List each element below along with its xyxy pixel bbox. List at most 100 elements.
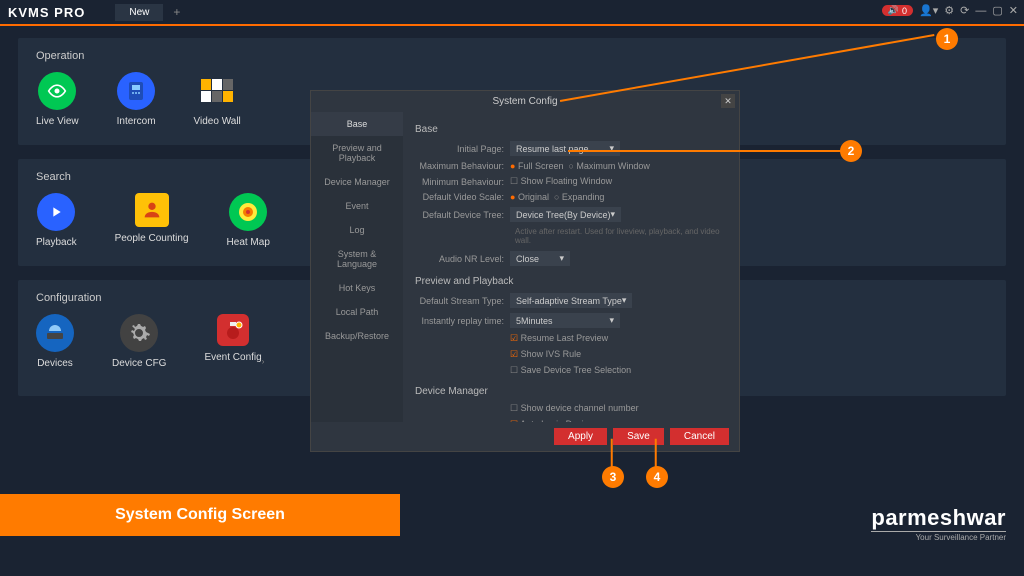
- dtree-hint: Active after restart. Used for liveview,…: [515, 227, 727, 245]
- app-logo: KVMS PRO: [8, 5, 85, 20]
- operation-title: Operation: [36, 50, 988, 62]
- arrow-4: [655, 439, 657, 467]
- playback-item[interactable]: Playback: [36, 193, 77, 248]
- alarm-icon: [217, 314, 249, 346]
- chevron-down-icon: ▾: [622, 295, 627, 306]
- devmgr-heading: Device Manager: [415, 386, 727, 397]
- refresh-icon[interactable]: ⟳: [960, 4, 969, 17]
- replay-select[interactable]: 5Minutes▾: [510, 313, 620, 328]
- dtree-label: Default Device Tree:: [415, 210, 510, 220]
- audio-nr-select[interactable]: Close▾: [510, 251, 570, 266]
- people-label: People Counting: [115, 233, 189, 244]
- callout-2: 2: [840, 140, 862, 162]
- brand-tagline: Your Surveillance Partner: [871, 531, 1006, 542]
- nav-event[interactable]: Event: [311, 194, 403, 218]
- chk-autologin[interactable]: Auto Login Device: [510, 419, 593, 422]
- replay-label: Instantly replay time:: [415, 316, 510, 326]
- nav-device-manager[interactable]: Device Manager: [311, 170, 403, 194]
- eye-icon: [38, 72, 76, 110]
- chk-floating[interactable]: Show Floating Window: [510, 176, 612, 187]
- nav-preview[interactable]: Preview and Playback: [311, 136, 403, 170]
- chevron-down-icon: ▾: [559, 253, 564, 264]
- dialog-title-text: System Config: [492, 96, 557, 107]
- min-beh-label: Minimum Behaviour:: [415, 177, 510, 187]
- dialog-content: Base Initial Page: Resume last page▾ Max…: [403, 112, 739, 422]
- title-bar: KVMS PRO New + 🔊0 👤▾ ⚙ ⟳ — ▢ ✕: [0, 0, 1024, 24]
- chk-channel[interactable]: Show device channel number: [510, 403, 639, 414]
- audio-label: Audio NR Level:: [415, 254, 510, 264]
- dialog-footer: Apply Save Cancel: [311, 422, 739, 451]
- user-icon[interactable]: 👤▾: [919, 4, 938, 17]
- chk-ivs[interactable]: Show IVS Rule: [510, 349, 581, 360]
- max-beh-label: Maximum Behaviour:: [415, 161, 510, 171]
- dialog-close-button[interactable]: ✕: [721, 94, 735, 108]
- brand-logo: parmeshwar Your Surveillance Partner: [871, 505, 1006, 542]
- chevron-down-icon: ▾: [609, 143, 614, 154]
- dialog-title: System Config ✕: [311, 91, 739, 112]
- titlebar-controls: 🔊0 👤▾ ⚙ ⟳ — ▢ ✕: [882, 4, 1018, 17]
- live-view-label: Live View: [36, 116, 79, 127]
- video-wall-icon: [198, 72, 236, 110]
- initial-page-select[interactable]: Resume last page▾: [510, 141, 620, 156]
- intercom-item[interactable]: Intercom: [117, 72, 156, 127]
- close-icon[interactable]: ✕: [1009, 4, 1018, 17]
- callout-3: 3: [602, 466, 624, 488]
- radio-expanding[interactable]: Expanding: [554, 192, 604, 202]
- play-icon: [37, 193, 75, 231]
- people-counting-item[interactable]: People Counting: [115, 193, 189, 248]
- add-tab-button[interactable]: +: [173, 5, 180, 19]
- tab-new[interactable]: New: [115, 4, 163, 21]
- callout-1: 1: [936, 28, 958, 50]
- gear-cfg-icon: [120, 314, 158, 352]
- chevron-right-icon[interactable]: ›: [262, 357, 265, 366]
- heat-map-icon: [229, 193, 267, 231]
- live-view-item[interactable]: Live View: [36, 72, 79, 127]
- brand-name: parmeshwar: [871, 505, 1006, 531]
- vscale-label: Default Video Scale:: [415, 192, 510, 202]
- device-cfg-label: Device CFG: [112, 358, 166, 369]
- nav-log[interactable]: Log: [311, 218, 403, 242]
- cancel-button[interactable]: Cancel: [670, 428, 729, 445]
- nav-base[interactable]: Base: [311, 112, 403, 136]
- apply-button[interactable]: Apply: [554, 428, 607, 445]
- chk-savetree[interactable]: Save Device Tree Selection: [510, 365, 631, 376]
- system-config-dialog: System Config ✕ Base Preview and Playbac…: [310, 90, 740, 452]
- initial-page-label: Initial Page:: [415, 144, 510, 154]
- heat-label: Heat Map: [227, 237, 270, 248]
- event-config-item[interactable]: Event Config ›: [204, 314, 261, 378]
- radio-maxwindow[interactable]: Maximum Window: [568, 161, 649, 171]
- caption-bar: System Config Screen: [0, 494, 400, 536]
- heat-map-item[interactable]: Heat Map: [227, 193, 270, 248]
- alarm-badge[interactable]: 🔊0: [882, 5, 913, 16]
- app-name: KVMS PRO: [8, 5, 85, 20]
- devices-item[interactable]: Devices: [36, 314, 74, 378]
- stream-select[interactable]: Self-adaptive Stream Type▾: [510, 293, 632, 308]
- gear-icon[interactable]: ⚙: [944, 4, 954, 17]
- radio-original[interactable]: Original: [510, 192, 549, 202]
- nav-system-lang[interactable]: System & Language: [311, 242, 403, 276]
- stream-label: Default Stream Type:: [415, 296, 510, 306]
- chevron-down-icon: ▾: [609, 315, 614, 326]
- device-cfg-item[interactable]: Device CFG: [112, 314, 166, 378]
- chevron-down-icon: ▾: [611, 209, 616, 220]
- base-heading: Base: [415, 124, 727, 135]
- minimize-icon[interactable]: —: [975, 5, 986, 17]
- intercom-label: Intercom: [117, 116, 156, 127]
- event-config-label: Event Config: [204, 352, 261, 363]
- devices-icon: [36, 314, 74, 352]
- radio-fullscreen[interactable]: Full Screen: [510, 161, 563, 171]
- video-wall-item[interactable]: Video Wall: [194, 72, 241, 127]
- people-icon: [135, 193, 169, 227]
- arrow-2: [568, 150, 842, 152]
- nav-backup[interactable]: Backup/Restore: [311, 324, 403, 348]
- nav-local-path[interactable]: Local Path: [311, 300, 403, 324]
- arrow-3: [611, 439, 613, 467]
- callout-4: 4: [646, 466, 668, 488]
- dialog-nav: Base Preview and Playback Device Manager…: [311, 112, 403, 422]
- nav-hotkeys[interactable]: Hot Keys: [311, 276, 403, 300]
- chk-resume[interactable]: Resume Last Preview: [510, 333, 608, 344]
- device-tree-select[interactable]: Device Tree(By Device)▾: [510, 207, 621, 222]
- maximize-icon[interactable]: ▢: [992, 4, 1002, 17]
- playback-label: Playback: [36, 237, 77, 248]
- devices-label: Devices: [37, 358, 73, 369]
